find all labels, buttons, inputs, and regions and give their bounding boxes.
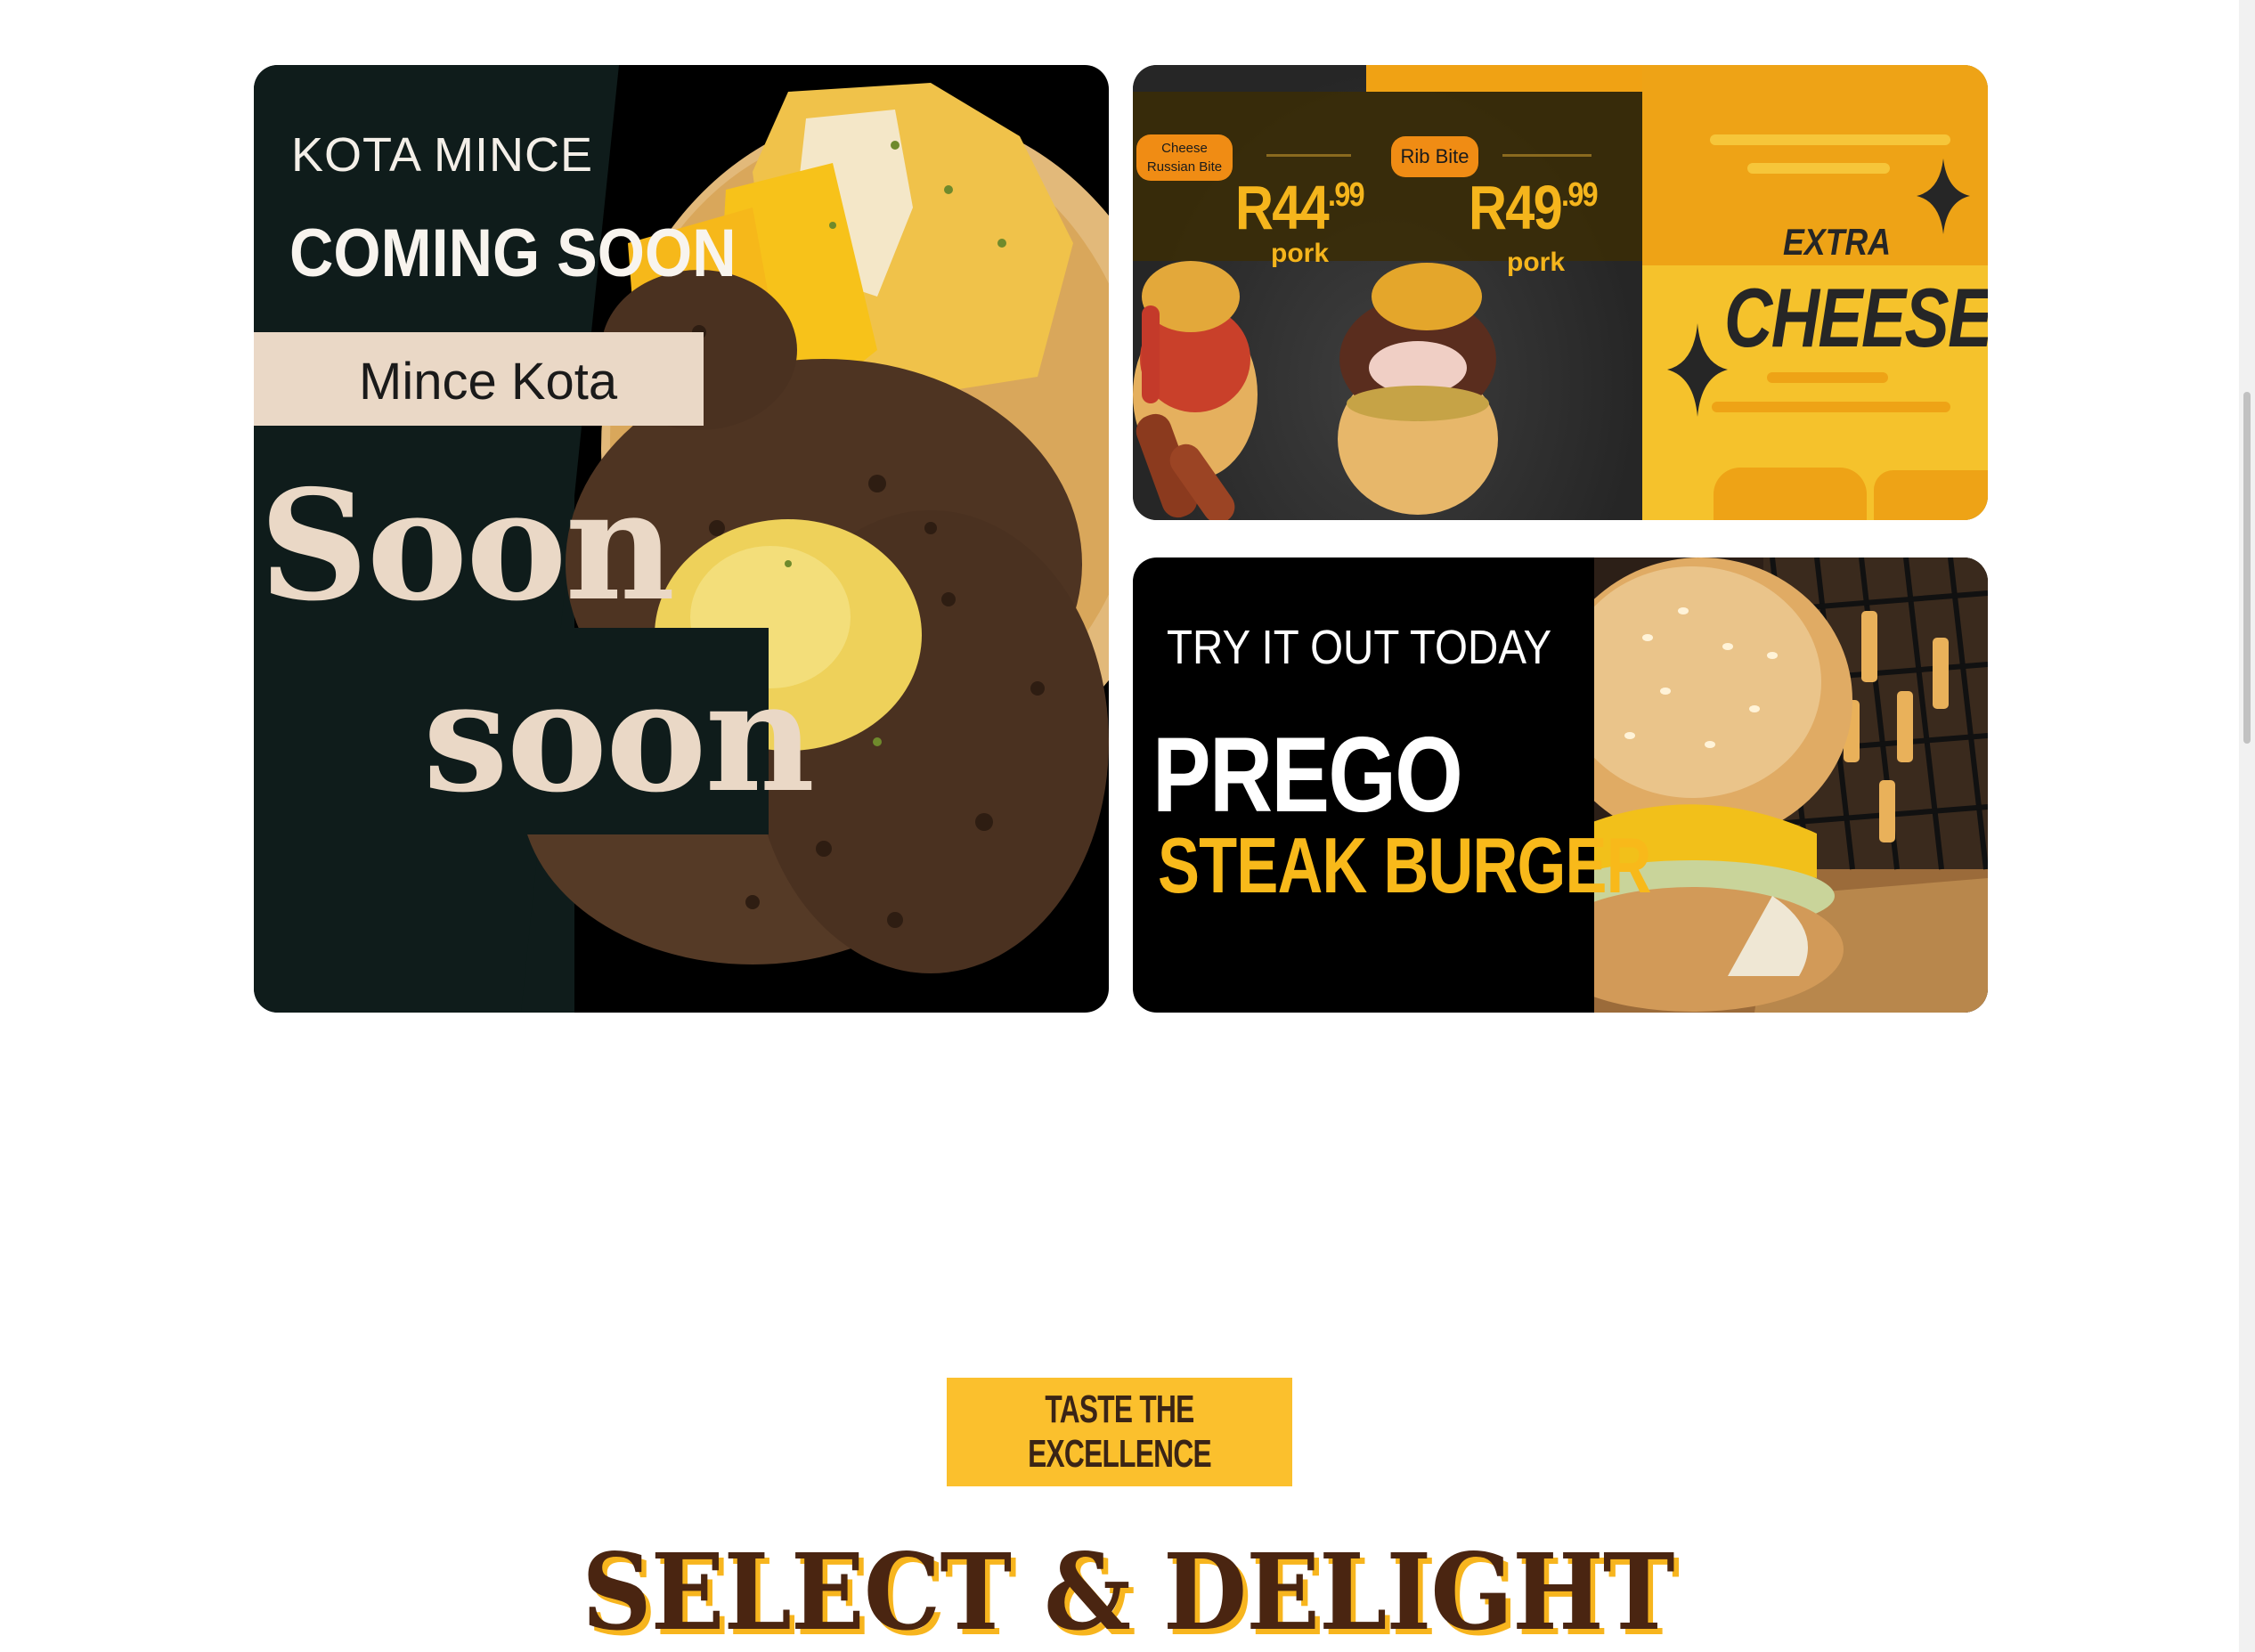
item-label-line: Cheese: [1161, 141, 1208, 156]
sparkle-icon: [1917, 159, 1970, 234]
soon-script-1: Soon: [259, 457, 675, 635]
section-headline: SELECT & DELIGHT: [0, 1530, 2255, 1652]
cheese-label: CHEESE: [1724, 271, 1988, 364]
bites-food-image: [1133, 261, 1498, 520]
page-scrollbar-track[interactable]: [2239, 0, 2255, 1652]
cheese-panel-tab: [1714, 468, 1867, 520]
soon-script-2: soon: [423, 648, 815, 826]
divider: [1266, 154, 1351, 157]
burger-photo: [1594, 557, 1988, 1013]
banner-top-strip: [1366, 65, 1642, 92]
page-scrollbar-thumb[interactable]: [2243, 392, 2251, 744]
kota-mince-banner[interactable]: KOTA MINCE COMING SOON Mince Kota Soon s…: [254, 65, 1109, 1013]
banner-eyebrow: KOTA MINCE: [291, 128, 594, 182]
extra-label: EXTRA: [1783, 221, 1892, 263]
banner-eyebrow: TRY IT OUT TODAY: [1167, 621, 1552, 674]
sparkle-icon: [1667, 323, 1728, 417]
prego-burger-banner[interactable]: TRY IT OUT TODAY PREGO STEAK BURGER: [1133, 557, 1988, 1013]
decor-stripe: [1710, 134, 1950, 145]
decor-stripe: [1712, 402, 1950, 412]
banner-title: PREGO: [1152, 715, 1463, 834]
extra-cheese-banner[interactable]: Cheese Russian Bite Rib Bite R44.99 pork…: [1133, 65, 1988, 520]
button-label: TASTE THE EXCELLENCE: [1028, 1388, 1212, 1476]
item-label-pill: Cheese Russian Bite: [1136, 134, 1233, 181]
banner-tag: Mince Kota: [359, 353, 618, 411]
banner-subtitle: STEAK BURGER: [1158, 821, 1651, 909]
banner-title: COMING SOON: [289, 216, 737, 291]
item-label-line: Russian Bite: [1146, 159, 1223, 175]
taste-the-excellence-button[interactable]: TASTE THE EXCELLENCE: [947, 1378, 1292, 1486]
decor-stripe: [1767, 372, 1888, 383]
decor-stripe: [1747, 163, 1890, 174]
headline-text: SELECT & DELIGHT: [581, 1530, 1674, 1652]
item-label-pill: Rib Bite: [1391, 136, 1478, 177]
cheese-panel-tab: [1874, 470, 1988, 520]
divider: [1502, 154, 1592, 157]
